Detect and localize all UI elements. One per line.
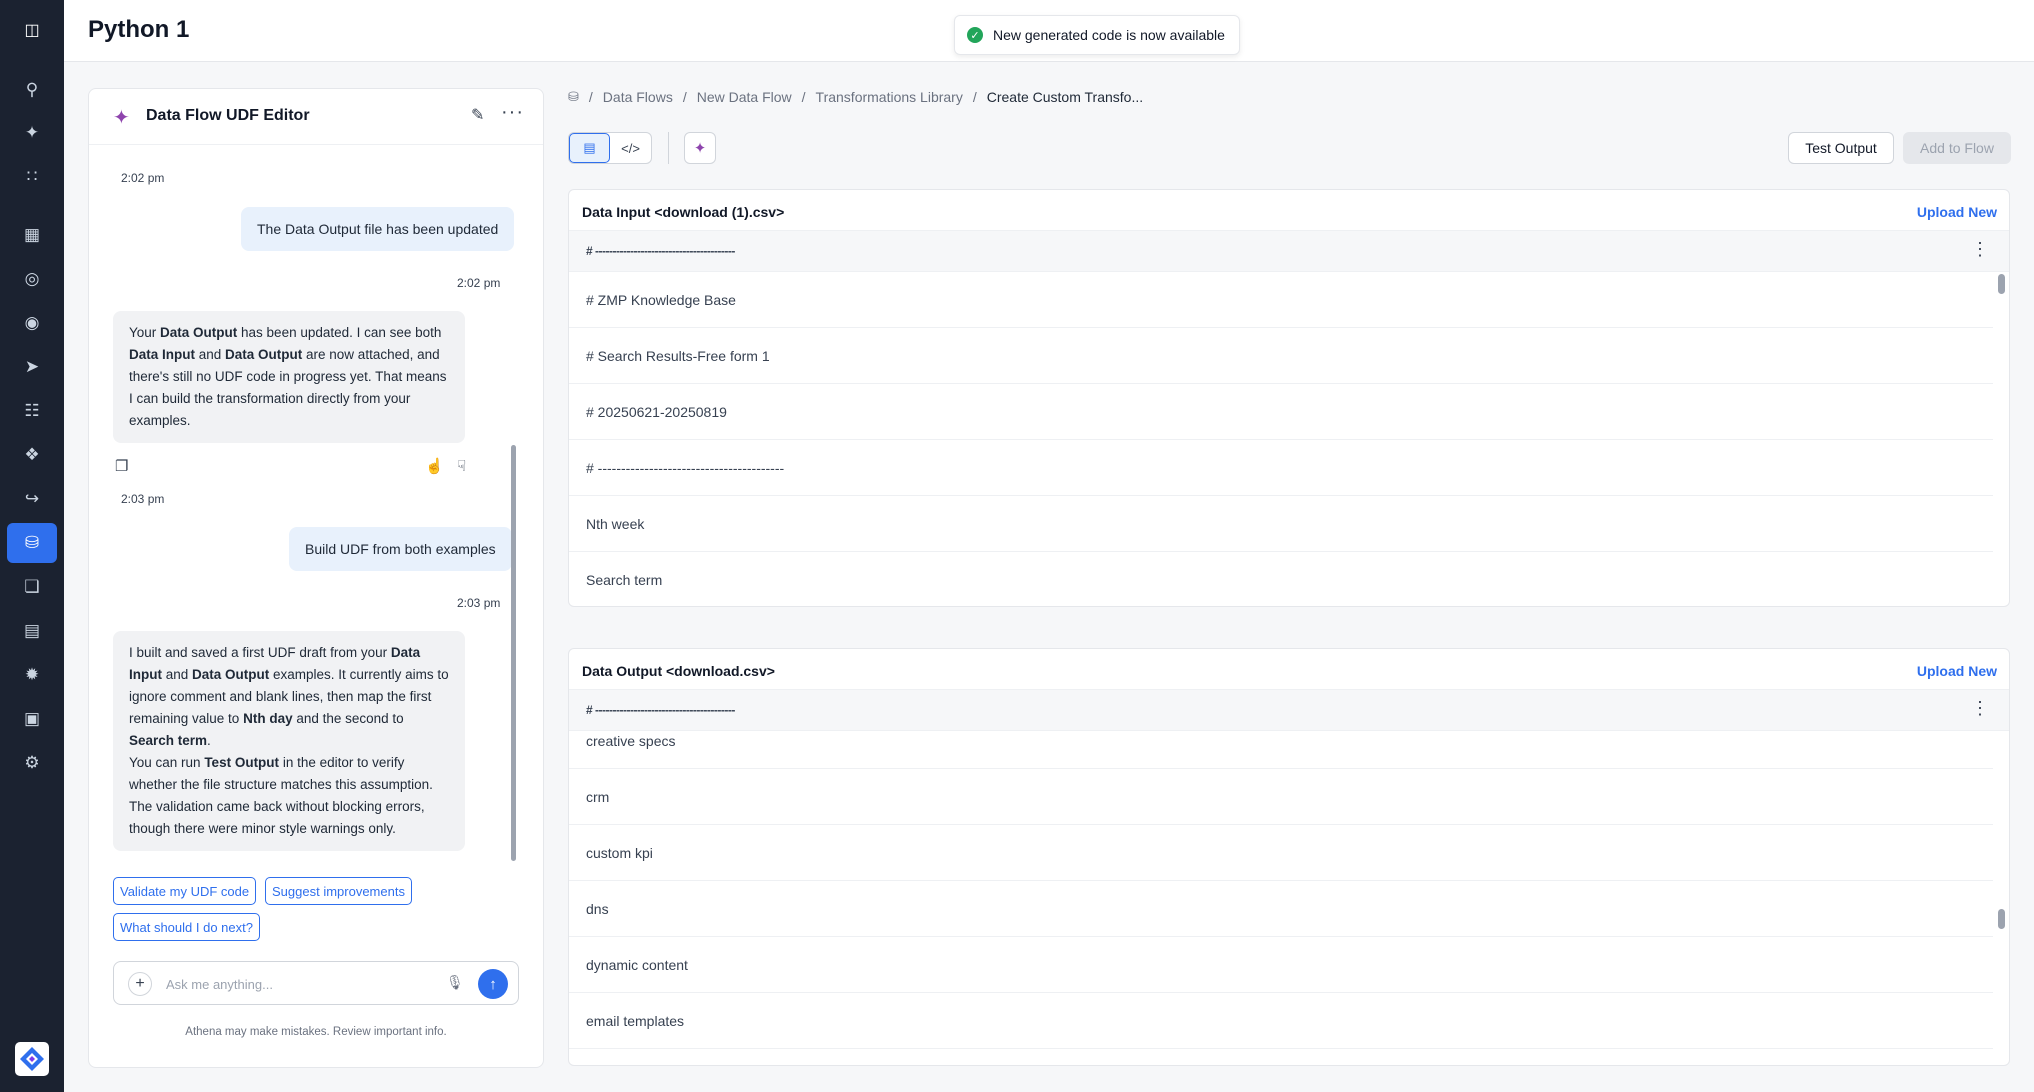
page-title: Python 1 [88, 16, 190, 43]
toast-notification: ✓ New generated code is now available [954, 15, 1240, 55]
table-row: # ZMP Knowledge Base [569, 272, 1993, 328]
header-line-text: # --------------------------------------… [586, 244, 735, 258]
emphasis-text: Search term [129, 733, 208, 748]
table-row: # 20250621-20250819 [569, 384, 1993, 440]
breadcrumb-new-data-flow[interactable]: New Data Flow [697, 89, 792, 105]
chat-scrollbar[interactable] [511, 445, 516, 861]
emphasis-text: Data Input [129, 347, 195, 362]
more-options-icon[interactable]: ··· [501, 101, 524, 124]
emphasis-text: Data Output [225, 347, 303, 362]
disclaimer-text: Athena may make mistakes. Review importa… [185, 1026, 447, 1038]
table-row: Search term [569, 552, 1993, 606]
message-timestamp: 2:03 pm [457, 596, 501, 610]
input-scrollbar[interactable] [1998, 274, 2005, 294]
table-row: # Search Results-Free form 1 [569, 328, 1993, 384]
user-message: Build UDF from both examples [289, 527, 512, 571]
dashboard-icon[interactable]: ▦ [7, 215, 57, 255]
data-input-panel: Data Input <download (1).csv> Upload New… [568, 189, 2010, 607]
microphone-icon[interactable]: 🎙 [446, 974, 464, 991]
emphasis-text: Nth day [243, 711, 293, 726]
target-icon[interactable]: ◉ [7, 303, 57, 343]
table-row: creative specs [569, 713, 1993, 769]
data-input-title: Data Input <download (1).csv> [582, 204, 785, 220]
table-row: Nth week [569, 496, 1993, 552]
suggestion-improvements[interactable]: Suggest improvements [265, 877, 412, 905]
apps-grid-icon[interactable]: ∷ [7, 157, 57, 197]
message-timestamp: 2:02 pm [121, 171, 165, 185]
kebab-menu-icon[interactable]: ⋮ [1971, 239, 1989, 260]
suggestion-next-step[interactable]: What should I do next? [113, 913, 260, 941]
sparkle-icon: ✦ [113, 107, 130, 129]
brand-logo[interactable] [15, 1042, 49, 1076]
modules-icon[interactable]: ❖ [7, 435, 57, 475]
emphasis-text: Data Output [192, 667, 270, 682]
settings-icon[interactable]: ⚙ [7, 743, 57, 783]
data-output-panel: Data Output <download.csv> Upload New # … [568, 648, 2010, 1066]
send-icon[interactable]: ➤ [7, 347, 57, 387]
check-circle-icon: ✓ [967, 27, 983, 43]
add-to-flow-button[interactable]: Add to Flow [1903, 132, 2011, 164]
data-output-title: Data Output <download.csv> [582, 663, 775, 679]
database-icon[interactable]: ⛁ [7, 523, 57, 563]
emphasis-text: Data Input [129, 645, 421, 682]
sparkle-icon[interactable]: ✦ [7, 113, 57, 153]
output-scrollbar[interactable] [1998, 909, 2005, 929]
pipeline-icon[interactable]: ↪ [7, 479, 57, 519]
table-row: dns [569, 881, 1993, 937]
message-timestamp: 2:03 pm [121, 492, 165, 506]
assistant-message: I built and saved a first UDF draft from… [113, 631, 465, 851]
send-arrow-icon[interactable]: ↑ [478, 969, 508, 999]
left-nav-rail: ◫ ⚲ ✦ ∷ ▦ ◎ ◉ ➤ ☷ ❖ ↪ ⛁ ❏ ▤ ✹ ▣ ⚙ [0, 0, 64, 1092]
chat-title: Data Flow UDF Editor [146, 107, 310, 124]
data-output-rows: creative specs crm custom kpi dns dynami… [569, 713, 1993, 1049]
table-row: custom kpi [569, 825, 1993, 881]
thumbs-down-icon[interactable]: ☟ [457, 457, 466, 475]
breadcrumb-current: Create Custom Transfo... [986, 89, 1144, 105]
ai-assist-icon[interactable]: ✦ [684, 132, 716, 164]
library-icon[interactable]: ❏ [7, 567, 57, 607]
user-message: The Data Output file has been updated [241, 207, 515, 251]
thumbs-up-icon[interactable]: ☝ [425, 457, 444, 475]
brand-logo-icon [20, 1047, 44, 1071]
breadcrumb: ⛁ / Data Flows / New Data Flow / Transfo… [568, 89, 1144, 105]
data-input-rows: # ZMP Knowledge Base # Search Results-Fr… [569, 272, 1993, 606]
view-toggle: ▤ </> [568, 132, 652, 164]
table-row: # --------------------------------------… [569, 440, 1993, 496]
emphasis-text: Data Output [160, 325, 238, 340]
document-icon[interactable]: ▤ [7, 611, 57, 651]
data-input-header-row: # --------------------------------------… [569, 230, 2009, 272]
chat-input[interactable] [166, 973, 436, 995]
chat-composer: + 🎙 ↑ [113, 961, 519, 1005]
panel-toggle-icon[interactable]: ◫ [22, 22, 42, 40]
table-row: dynamic content [569, 937, 1993, 993]
upload-new-output-link[interactable]: Upload New [1917, 663, 1997, 679]
hierarchy-icon[interactable]: ☷ [7, 391, 57, 431]
search-icon[interactable]: ⚲ [7, 70, 57, 110]
toolbar-divider [668, 132, 669, 164]
chat-header: ✦ Data Flow UDF Editor ✎ ··· [89, 89, 543, 145]
attach-plus-icon[interactable]: + [128, 972, 152, 996]
table-row: email templates [569, 993, 1993, 1049]
test-output-button[interactable]: Test Output [1788, 132, 1894, 164]
table-row: crm [569, 769, 1993, 825]
home-database-icon[interactable]: ⛁ [568, 89, 579, 105]
code-view-icon[interactable]: </> [610, 133, 651, 163]
upload-new-input-link[interactable]: Upload New [1917, 204, 1997, 220]
automation-icon[interactable]: ✹ [7, 655, 57, 695]
calendar-icon[interactable]: ▣ [7, 699, 57, 739]
assistant-message: Your Data Output has been updated. I can… [113, 311, 465, 443]
udf-editor-chat-panel: ✦ Data Flow UDF Editor ✎ ··· 2:02 pm The… [88, 88, 544, 1068]
emphasis-text: Test Output [204, 755, 280, 770]
breadcrumb-data-flows[interactable]: Data Flows [603, 89, 673, 105]
toast-message: New generated code is now available [993, 27, 1225, 43]
suggestion-validate-udf[interactable]: Validate my UDF code [113, 877, 257, 905]
edit-icon[interactable]: ✎ [471, 105, 484, 125]
breadcrumb-transformations-library[interactable]: Transformations Library [816, 89, 963, 105]
file-view-icon[interactable]: ▤ [569, 133, 611, 163]
copy-icon[interactable]: ❐ [115, 457, 128, 475]
message-timestamp: 2:02 pm [457, 276, 501, 290]
compass-icon[interactable]: ◎ [7, 259, 57, 299]
